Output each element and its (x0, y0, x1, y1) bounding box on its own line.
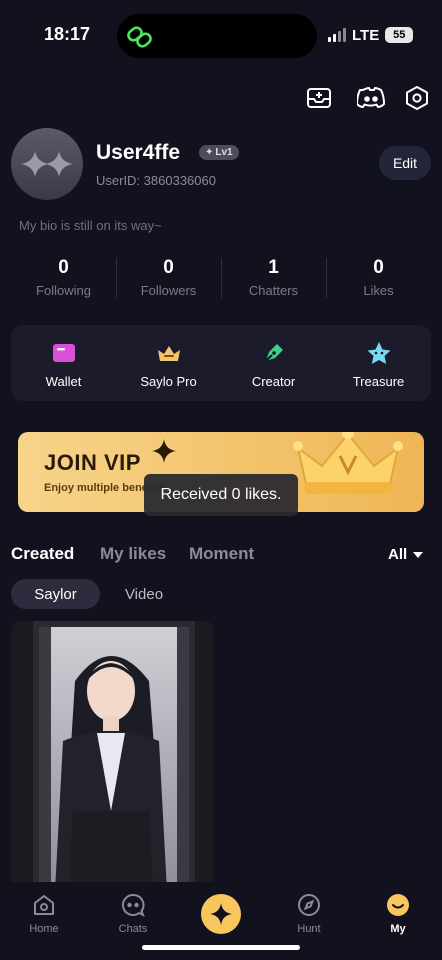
stat-value: 0 (58, 257, 69, 278)
nav-label: My (390, 923, 406, 935)
avatar[interactable] (11, 128, 83, 200)
wallet-button[interactable]: Wallet (11, 325, 116, 401)
status-time: 18:17 (44, 24, 91, 44)
home-indicator (142, 945, 300, 950)
pen-icon (261, 341, 287, 365)
stat-value: 0 (163, 257, 174, 278)
chat-icon (122, 894, 145, 917)
chip-video[interactable]: Video (104, 579, 184, 609)
stat-label: Followers (140, 283, 197, 298)
stat-value: 1 (268, 257, 279, 278)
nav-label: Chats (118, 923, 148, 935)
vip-title: JOIN VIP (44, 450, 141, 475)
create-button[interactable] (201, 894, 241, 934)
saylo-pro-button[interactable]: Saylo Pro (116, 325, 221, 401)
treasure-button[interactable]: Treasure (326, 325, 431, 401)
quick-actions: Wallet Saylo Pro Creator Treasure (11, 325, 431, 401)
sparkle-icon (210, 903, 232, 925)
sparkle-placeholder-icon (21, 151, 73, 177)
nav-home[interactable]: Home (14, 893, 74, 935)
inbox-icon[interactable] (305, 84, 333, 112)
stats-row: 0 Following 0 Followers 1 Chatters 0 Lik… (11, 256, 431, 302)
status-indicators: LTE 55 (328, 24, 414, 46)
stat-followers[interactable]: 0 Followers (116, 256, 221, 302)
nav-label: Hunt (297, 923, 321, 935)
diamond-icon: ✦ (205, 147, 214, 158)
edit-button[interactable]: Edit (379, 146, 431, 180)
sparkle-icon (152, 439, 176, 463)
treasure-star-icon (366, 341, 392, 365)
battery-icon: 55 (385, 27, 414, 43)
nav-chats[interactable]: Chats (103, 893, 163, 935)
settings-hex-icon[interactable] (403, 84, 431, 112)
creator-button[interactable]: Creator (221, 325, 326, 401)
saylo-pro-label: Saylo Pro (140, 374, 197, 389)
filter-label: All (388, 546, 408, 563)
creator-label: Creator (251, 374, 296, 389)
nav-hunt[interactable]: Hunt (279, 893, 339, 935)
discord-icon[interactable] (357, 84, 385, 112)
stat-likes[interactable]: 0 Likes (326, 256, 431, 302)
crown-icon (293, 432, 403, 494)
filter-dropdown[interactable]: All (388, 546, 424, 563)
toast-message: Received 0 likes. (144, 474, 298, 516)
stat-label: Chatters (248, 283, 299, 298)
nav-my[interactable]: My (368, 893, 428, 935)
bio-text: My bio is still on its way~ (19, 218, 162, 233)
stat-value: 0 (373, 257, 384, 278)
tab-created[interactable]: Created (11, 544, 74, 564)
tab-my-likes[interactable]: My likes (100, 544, 166, 564)
caret-down-icon (413, 551, 424, 558)
home-icon (34, 895, 54, 915)
stat-label: Following (36, 283, 91, 298)
nav-label: Home (29, 923, 59, 935)
character-image (11, 621, 214, 891)
stat-label: Likes (363, 283, 394, 298)
network-label: LTE (352, 26, 380, 44)
crown-icon (156, 341, 182, 365)
compass-icon (298, 894, 320, 916)
signal-icon (328, 28, 346, 42)
chip-saylor[interactable]: Saylor (11, 579, 100, 609)
stat-following[interactable]: 0 Following (11, 256, 116, 302)
user-id: UserID: 3860336060 (96, 173, 216, 188)
level-badge: ✦ Lv1 (199, 145, 239, 160)
smile-icon (387, 894, 409, 916)
character-card[interactable] (11, 621, 214, 891)
treasure-label: Treasure (352, 374, 405, 389)
link-icon (125, 22, 155, 52)
wallet-label: Wallet (45, 374, 82, 389)
wallet-icon (51, 341, 77, 365)
stat-chatters[interactable]: 1 Chatters (221, 256, 326, 302)
username: User4ffe (96, 141, 181, 164)
tab-moment[interactable]: Moment (189, 544, 254, 564)
